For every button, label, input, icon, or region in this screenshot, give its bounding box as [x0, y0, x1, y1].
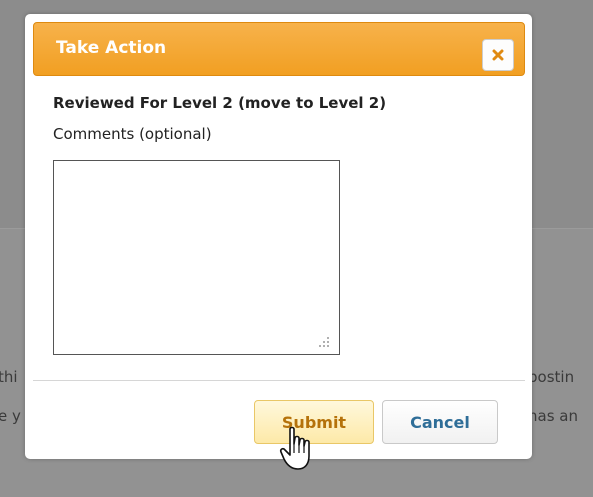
background-text: has an: [528, 407, 578, 425]
background-text: thi: [0, 368, 18, 386]
comments-textarea[interactable]: [53, 160, 340, 355]
dialog-divider: [33, 380, 525, 381]
review-level-text: Reviewed For Level 2 (move to Level 2): [53, 94, 387, 112]
dialog-title: Take Action: [56, 38, 167, 58]
resize-grip-icon[interactable]: [317, 335, 331, 349]
hand-cursor-icon: [279, 426, 310, 470]
dialog-titlebar: Take Action: [33, 22, 525, 76]
take-action-dialog: Take Action Reviewed For Level 2 (move t…: [25, 14, 532, 459]
cancel-button[interactable]: Cancel: [382, 400, 498, 444]
close-icon: [492, 49, 504, 61]
background-text: e y: [0, 407, 21, 425]
comments-label: Comments (optional): [53, 125, 212, 143]
close-button[interactable]: [482, 39, 514, 71]
background-text: postin: [528, 368, 575, 386]
